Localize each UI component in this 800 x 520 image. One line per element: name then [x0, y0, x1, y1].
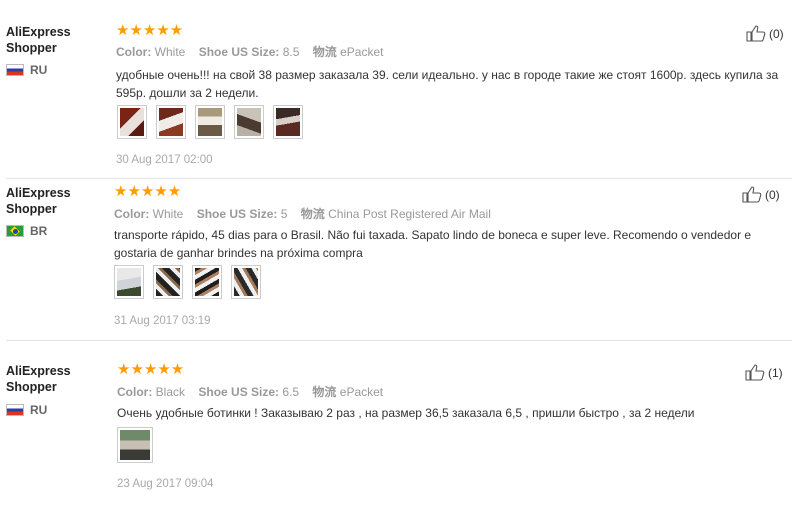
- review-item: AliExpress Shopper RU ★★★★★ Color: Black …: [0, 0, 800, 500]
- russia-flag-icon: [6, 404, 24, 416]
- review-attributes: Color: Black Shoe US Size: 6.5 物流 ePacke…: [117, 385, 384, 399]
- helpful-button[interactable]: (1): [745, 364, 783, 381]
- thumbs-up-icon: [745, 364, 765, 381]
- reviewer-name: AliExpress Shopper: [6, 364, 71, 394]
- review-photo[interactable]: [117, 427, 153, 463]
- rating-stars: ★★★★★: [117, 361, 185, 378]
- review-date: 23 Aug 2017 09:04: [117, 478, 214, 490]
- reviewer-country: RU: [6, 403, 47, 417]
- helpful-count: (1): [768, 365, 783, 380]
- country-code: RU: [30, 403, 48, 417]
- review-photos: [117, 427, 153, 463]
- review-text: Очень удобные ботинки ! Заказываю 2 раз …: [117, 406, 695, 420]
